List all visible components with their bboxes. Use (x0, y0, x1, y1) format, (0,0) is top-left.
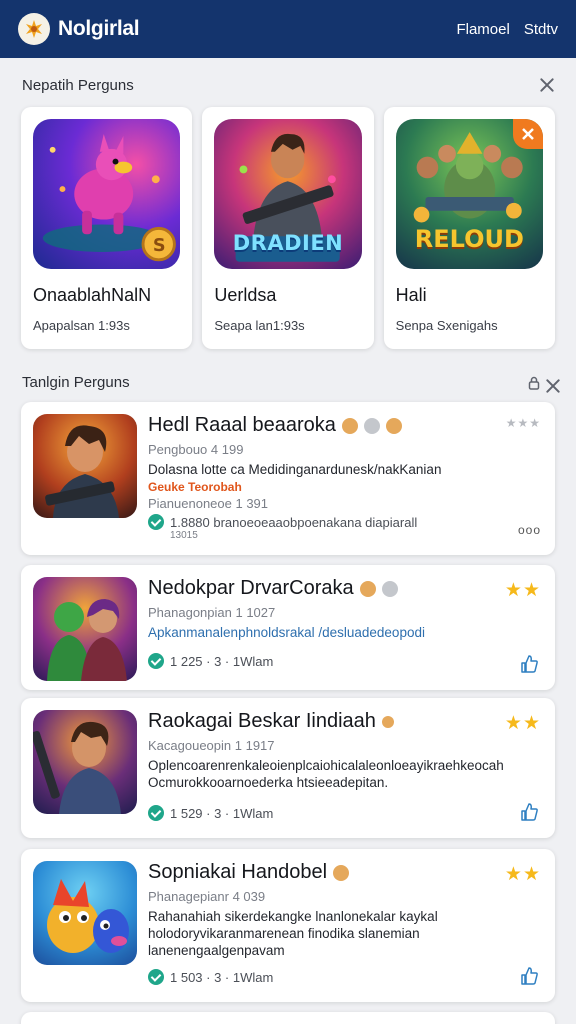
game-title-text: Hedl Raaal beaaroka (148, 414, 336, 436)
game-meta: Kacagoueopin 1 1917 (148, 738, 275, 753)
game-stats: 1 503 · 3 · 1Wlam (148, 969, 543, 985)
game-art-logo-text: DRADIEN (232, 231, 344, 255)
list-item[interactable]: Raokagai Beskar Iindiaah Kacagoueopin 1 … (21, 698, 555, 838)
app-bar: Nolgirlal Flamoel Stdtv (0, 0, 576, 58)
game-stats-secondary: 13015 (170, 530, 198, 541)
game-art-logo-text: RELOUD (414, 225, 524, 253)
game-title: Raokagai Beskar Iindiaah (148, 710, 543, 733)
rating-stars: ★★ (504, 580, 541, 601)
close-icon[interactable] (544, 377, 556, 389)
list-item[interactable]: Nedokpar DrvarCoraka Phanagonpian 1 1027… (21, 565, 555, 690)
game-art-duo (33, 577, 137, 681)
game-meta: Phanagonpian 1 1027 (148, 605, 276, 620)
game-meta: Pengbouo 4 199 (148, 442, 244, 457)
game-stats: 1 225 · 3 · 1Wlam (148, 653, 543, 669)
game-tag: Geuke Teorobah (148, 480, 242, 494)
app-logo-icon[interactable] (18, 13, 50, 45)
verified-badge-icon (333, 864, 350, 881)
bookmark-icon[interactable] (512, 119, 543, 149)
game-title-text: Raokagai Beskar Iindiaah (148, 710, 376, 732)
featured-card[interactable]: DRADIEN Uerldsa Seapa lan1:93s (202, 107, 374, 349)
rating-stars: ★★ (504, 713, 541, 734)
game-description: Oplencoarenrenkaleoienplcaiohicalaleonlo… (148, 758, 504, 773)
appbar-action-second[interactable]: Stdtv (524, 21, 558, 38)
more-options-icon[interactable]: ooo (518, 523, 541, 537)
game-description: Rahanahiah sikerdekangke lnanlonekalar k… (148, 909, 438, 924)
verified-badge-icon (359, 580, 376, 597)
game-stats-text: 1.8880 branoeoeaaobpoenakana diapiarall (170, 514, 418, 530)
game-title: Nedokpar DrvarCoraka (148, 577, 543, 600)
puzzle-badge-icon (363, 417, 380, 434)
featured-card[interactable]: RELOUD Hali Senpa Sxenigahs (383, 107, 555, 349)
verified-check-icon (148, 514, 164, 530)
list-item[interactable]: Hedl Raaal beaaroka Pengbouo 4 199 Dolas… (21, 402, 555, 555)
game-title-text: Nedokpar DrvarCoraka (148, 577, 354, 599)
app-title: Nolgirlal (58, 17, 140, 40)
game-meta: Phanagepianr 4 039 (148, 889, 266, 904)
rating-stars: ★★ (504, 864, 541, 885)
list-item-partial[interactable] (21, 1012, 555, 1024)
game-stats-text: 1 503 · 3 · 1Wlam (170, 969, 274, 985)
featured-section-header: Nepatih Perguns (22, 76, 556, 94)
game-description-line3: lanenengaalgenpavam (148, 943, 285, 958)
game-description: Dolasna lotte ca Medidinganardunesk/nakK… (148, 462, 442, 477)
info-badge-icon (381, 580, 398, 597)
game-meta-secondary: Pianuenoneoe 1 391 (148, 496, 269, 511)
rating-stars: ★★★ (505, 416, 541, 430)
game-art-warriors: RELOUD (395, 119, 543, 269)
featured-section-title: Nepatih Perguns (22, 76, 134, 94)
list-section-header: Tanlgin Perguns (22, 374, 556, 391)
featured-card-subtitle: Apapalsan 1:93s (33, 318, 130, 333)
featured-card-name: Hali (395, 285, 427, 305)
game-stats-text: 1 225 · 3 · 1Wlam (170, 653, 274, 669)
verified-badge-icon (381, 715, 394, 728)
featured-card[interactable]: S OnaablahNalN Apapalsan 1:93s (21, 107, 193, 349)
featured-card-name: OnaablahNalN (33, 285, 152, 305)
game-description-line2: holodoryvikaranmarenean finodika slanemi… (148, 926, 420, 941)
thumbs-up-icon[interactable] (519, 966, 539, 986)
featured-carousel: S OnaablahNalN Apapalsan 1:93s DRADIEN U… (21, 107, 555, 349)
verified-check-icon (148, 653, 164, 669)
svg-text:S: S (153, 236, 166, 256)
verified-check-icon (148, 969, 164, 985)
game-description-line2: Ocmurokkooarnoederka htsieeadepitan. (148, 775, 389, 790)
game-description: Apkanmanalenphnoldsrakal /desluadedeopod… (148, 625, 425, 640)
game-art-dragon: S (33, 119, 181, 269)
game-stats: 1 529 · 3 · 1Wlam (148, 805, 543, 821)
featured-card-subtitle: Seapa lan1:93s (214, 318, 305, 333)
game-title: Hedl Raaal beaaroka (148, 414, 543, 437)
game-title-text: Sopniakai Handobel (148, 861, 328, 883)
game-art-creatures (33, 861, 137, 965)
thumbs-up-icon[interactable] (519, 802, 539, 822)
lock-icon[interactable] (528, 376, 540, 390)
game-list: Hedl Raaal beaaroka Pengbouo 4 199 Dolas… (21, 402, 555, 1024)
featured-card-name: Uerldsa (214, 285, 277, 305)
game-stats: 1.8880 branoeoeaaobpoenakana diapiarall (148, 514, 543, 530)
featured-card-subtitle: Senpa Sxenigahs (395, 318, 498, 333)
verified-badge-icon (341, 417, 358, 434)
verified-check-icon (148, 805, 164, 821)
game-art-gunner (33, 414, 137, 518)
appbar-action-first[interactable]: Flamoel (456, 21, 509, 38)
close-icon[interactable] (538, 76, 556, 94)
award-badge-icon (385, 417, 402, 434)
game-stats-text: 1 529 · 3 · 1Wlam (170, 805, 274, 821)
game-art-soldier: DRADIEN (214, 119, 362, 269)
thumbs-up-icon[interactable] (519, 654, 539, 674)
game-art-rifleman (33, 710, 137, 814)
list-item[interactable]: Sopniakai Handobel Phanagepianr 4 039 Ra… (21, 849, 555, 1002)
list-section-title: Tanlgin Perguns (22, 374, 130, 391)
game-title: Sopniakai Handobel (148, 861, 543, 884)
